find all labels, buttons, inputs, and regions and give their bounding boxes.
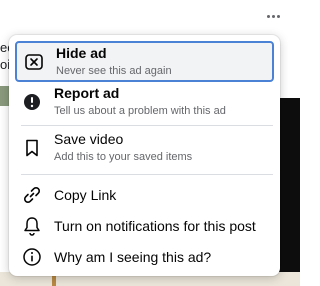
menu-item-report-ad[interactable]: Report ad Tell us about a problem with t… — [15, 84, 274, 120]
menu-item-title: Turn on notifications for this post — [54, 217, 256, 234]
info-icon — [21, 246, 43, 268]
more-dot-icon — [271, 14, 275, 18]
more-dot-icon — [266, 14, 270, 18]
menu-item-turn-on-notifications[interactable]: Turn on notifications for this post — [15, 214, 274, 238]
menu-item-title: Report ad — [54, 85, 120, 101]
menu-divider — [21, 174, 273, 175]
menu-item-copy-link[interactable]: Copy Link — [15, 183, 274, 207]
more-options-button[interactable] — [262, 8, 284, 24]
menu-item-subtitle: Never see this ad again — [56, 64, 172, 77]
menu-item-hide-ad[interactable]: Hide ad Never see this ad again — [15, 41, 274, 82]
menu-item-subtitle: Add this to your saved items — [54, 151, 193, 163]
ad-options-menu: Hide ad Never see this ad again Report a… — [9, 35, 280, 276]
close-box-icon — [23, 51, 45, 73]
menu-item-title: Copy Link — [54, 186, 117, 203]
menu-item-title: Save video — [54, 131, 124, 147]
menu-item-title: Hide ad — [56, 44, 107, 61]
more-dot-icon — [276, 14, 280, 18]
report-icon — [21, 91, 43, 113]
menu-item-subtitle: Tell us about a problem with this ad — [54, 105, 226, 117]
link-icon — [21, 184, 43, 206]
menu-divider — [21, 125, 273, 126]
menu-item-why-this-ad[interactable]: Why am I seeing this ad? — [15, 245, 274, 269]
menu-item-title: Why am I seeing this ad? — [54, 248, 212, 265]
menu-item-save-video[interactable]: Save video Add this to your saved items — [15, 130, 274, 166]
bell-icon — [21, 215, 43, 237]
bookmark-icon — [21, 137, 43, 159]
